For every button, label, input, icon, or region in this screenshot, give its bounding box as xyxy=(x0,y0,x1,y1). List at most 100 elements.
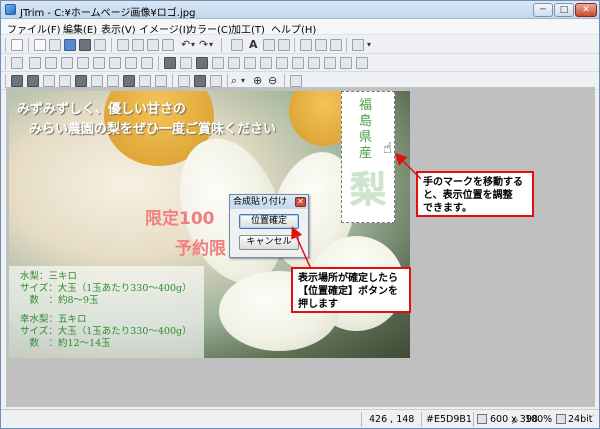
brightness-icon[interactable] xyxy=(212,57,224,69)
canvas-heading-2: みらい農園の梨をぜひ一度ご賞味ください xyxy=(29,122,277,137)
callout-line: 押します xyxy=(298,299,338,310)
callout-line: できます。 xyxy=(423,203,472,214)
contrast-icon[interactable] xyxy=(228,57,240,69)
effect-icon[interactable] xyxy=(210,75,222,87)
menu-color[interactable]: カラー(C) xyxy=(187,21,232,36)
menu-process[interactable]: 加工(T) xyxy=(231,21,265,36)
menu-file[interactable]: ファイル(F) xyxy=(7,21,61,36)
cut-icon[interactable] xyxy=(117,39,129,51)
trim-icon[interactable] xyxy=(29,57,41,69)
settings-icon[interactable] xyxy=(352,39,364,51)
open-folder-icon[interactable] xyxy=(49,39,61,51)
paste-icon[interactable] xyxy=(147,39,159,51)
toolbar-separator xyxy=(346,38,347,52)
settings-dropdown-icon[interactable]: ▾ xyxy=(367,38,371,51)
toolbar-button[interactable] xyxy=(11,39,23,51)
negative-icon[interactable] xyxy=(196,57,208,69)
spread-icon[interactable] xyxy=(340,57,352,69)
toolbar-separator xyxy=(5,38,6,52)
dialog-close-button[interactable]: ✕ xyxy=(295,197,306,207)
emboss-icon[interactable] xyxy=(324,57,336,69)
pixel-color-value: #E5D9B1 xyxy=(426,414,472,425)
mosaic-icon[interactable] xyxy=(308,57,320,69)
logo-pear-char: 梨 xyxy=(349,169,386,211)
sepia-icon[interactable] xyxy=(180,57,192,69)
menu-view[interactable]: 表示(V) xyxy=(101,21,136,36)
rotate-right-icon[interactable] xyxy=(61,57,73,69)
print-preview-icon[interactable] xyxy=(94,39,106,51)
resize-grip-icon[interactable]: ⋰ xyxy=(586,414,596,426)
maximize-button[interactable]: □ xyxy=(554,3,574,17)
crop-icon[interactable] xyxy=(231,39,243,51)
flip-horizontal-icon[interactable] xyxy=(77,57,89,69)
effect-icon[interactable] xyxy=(75,75,87,87)
menu-help[interactable]: ヘルプ(H) xyxy=(271,21,316,36)
info-line: 数 ：約8～9玉 xyxy=(20,295,99,306)
callout-line: 表示場所が確定したら xyxy=(298,273,398,284)
zoom-dropdown-icon[interactable]: ▾ xyxy=(241,74,245,87)
swirl-icon[interactable] xyxy=(356,57,368,69)
zoom-out-icon[interactable]: ⊖ xyxy=(268,74,277,87)
eyedropper-icon[interactable] xyxy=(290,75,302,87)
promo-text-1: 限定100 xyxy=(145,209,215,229)
color-picker-icon[interactable] xyxy=(263,39,275,51)
toolbar-separator xyxy=(5,56,6,70)
toolbar-separator xyxy=(172,74,173,88)
blur-icon[interactable] xyxy=(141,57,153,69)
menu-edit[interactable]: 編集(E) xyxy=(63,21,97,36)
close-button[interactable]: ✕ xyxy=(575,3,597,17)
undo-icon[interactable]: ↶ xyxy=(181,38,190,51)
toolbar-adjust xyxy=(1,54,599,72)
copy-icon[interactable] xyxy=(132,39,144,51)
resize-icon[interactable] xyxy=(11,57,23,69)
effect-icon[interactable] xyxy=(139,75,151,87)
image-size-icon xyxy=(477,414,487,424)
paste-special-icon[interactable] xyxy=(162,39,174,51)
save-icon[interactable] xyxy=(64,39,76,51)
effect-icon[interactable] xyxy=(178,75,190,87)
logo-paste-overlay[interactable]: 福 島 県 産 梨 xyxy=(341,91,395,223)
sharpen-icon[interactable] xyxy=(125,57,137,69)
saturation-icon[interactable] xyxy=(276,57,288,69)
effect-icon[interactable] xyxy=(59,75,71,87)
fit-window-icon[interactable] xyxy=(278,39,290,51)
effect-icon[interactable] xyxy=(155,75,167,87)
menu-image[interactable]: イメージ(I) xyxy=(139,21,190,36)
status-separator xyxy=(421,412,422,427)
confirm-position-button[interactable]: 位置確定 xyxy=(239,214,299,229)
border-icon[interactable] xyxy=(109,57,121,69)
redo-icon[interactable]: ↷ xyxy=(199,38,208,51)
effect-icon[interactable] xyxy=(27,75,39,87)
gamma-icon[interactable] xyxy=(244,57,256,69)
effect-icon[interactable] xyxy=(43,75,55,87)
flip-vertical-icon[interactable] xyxy=(93,57,105,69)
toolbar-separator xyxy=(28,38,29,52)
cursor-coordinates: 426 , 148 xyxy=(369,414,415,425)
effect-icon[interactable] xyxy=(194,75,206,87)
cancel-button[interactable]: キャンセル xyxy=(239,235,299,250)
status-separator xyxy=(361,412,362,427)
minimize-button[interactable]: ─ xyxy=(533,3,553,17)
print-icon[interactable] xyxy=(79,39,91,51)
effect-icon[interactable] xyxy=(123,75,135,87)
undo-dropdown-icon[interactable]: ▾ xyxy=(191,38,195,51)
hand-cursor-icon: ☝ xyxy=(383,139,393,157)
redo-dropdown-icon[interactable]: ▾ xyxy=(209,38,213,51)
text-icon[interactable]: A xyxy=(249,38,258,51)
tile-icon[interactable] xyxy=(315,39,327,51)
effect-icon[interactable] xyxy=(91,75,103,87)
levels-icon[interactable] xyxy=(292,57,304,69)
grayscale-icon[interactable] xyxy=(164,57,176,69)
rotate-left-icon[interactable] xyxy=(45,57,57,69)
info-line: 数 ：約12～14玉 xyxy=(20,338,111,349)
grid-icon[interactable] xyxy=(300,39,312,51)
thumbnail-icon[interactable] xyxy=(330,39,342,51)
color-depth-icon xyxy=(556,414,566,424)
effect-icon[interactable] xyxy=(11,75,23,87)
new-file-icon[interactable] xyxy=(34,39,46,51)
hue-icon[interactable] xyxy=(260,57,272,69)
zoom-in-icon[interactable]: ⊕ xyxy=(253,74,262,87)
effect-icon[interactable] xyxy=(107,75,119,87)
canvas-heading-1: みずみずしく、優しい甘さの xyxy=(17,102,187,117)
zoom-icon[interactable]: ⌕ xyxy=(231,74,237,87)
